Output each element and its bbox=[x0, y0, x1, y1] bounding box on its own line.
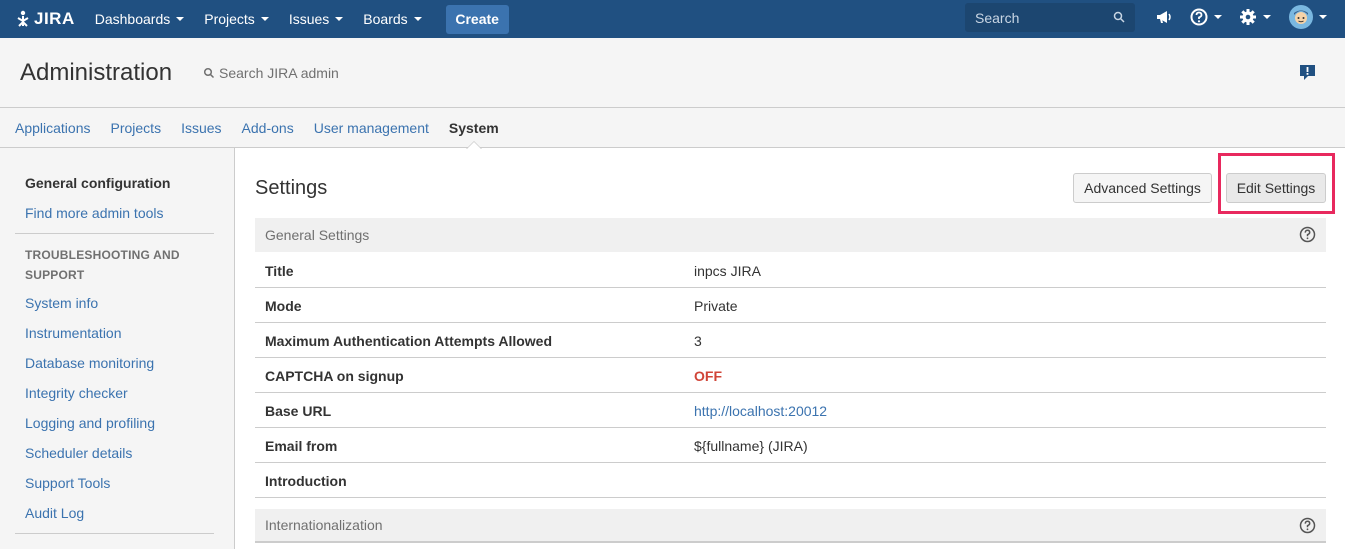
tab-issues[interactable]: Issues bbox=[181, 108, 221, 148]
captcha-status-value: OFF bbox=[694, 368, 722, 384]
table-row: Email from ${fullname} (JIRA) bbox=[255, 428, 1326, 463]
setting-key: Email from bbox=[265, 438, 338, 454]
admin-header: Administration Search JIRA admin bbox=[0, 38, 1345, 108]
sidebar-item-instrumentation[interactable]: Instrumentation bbox=[25, 325, 122, 341]
admin-search-label: Search JIRA admin bbox=[219, 65, 339, 81]
notifications-button[interactable] bbox=[1155, 8, 1173, 26]
tab-add-ons[interactable]: Add-ons bbox=[242, 108, 294, 148]
tab-user-management[interactable]: User management bbox=[314, 108, 429, 148]
sidebar-item-audit-log[interactable]: Audit Log bbox=[25, 505, 84, 521]
table-row: Mode Private bbox=[255, 288, 1326, 323]
sidebar-item-database-monitoring[interactable]: Database monitoring bbox=[25, 355, 154, 371]
chevron-down-icon bbox=[176, 17, 185, 21]
table-row: Title inpcs JIRA bbox=[255, 253, 1326, 288]
general-settings-header: General Settings bbox=[255, 218, 1326, 252]
gear-icon bbox=[1240, 9, 1256, 25]
megaphone-icon bbox=[1157, 11, 1171, 23]
sidebar-item-scheduler-details[interactable]: Scheduler details bbox=[25, 445, 132, 461]
setting-value: inpcs JIRA bbox=[694, 263, 761, 279]
logo-text: JIRA bbox=[34, 9, 75, 28]
jira-logo-icon bbox=[17, 10, 29, 27]
search-placeholder: Search bbox=[975, 9, 1020, 26]
chevron-down-icon bbox=[335, 17, 344, 21]
chevron-down-icon bbox=[413, 17, 422, 21]
table-row: Introduction bbox=[255, 463, 1326, 498]
page-title: Administration bbox=[20, 59, 173, 86]
user-menu-button[interactable] bbox=[1289, 5, 1327, 29]
setting-key: Title bbox=[265, 263, 294, 279]
sidebar-item-system-info[interactable]: System info bbox=[25, 295, 98, 311]
tab-applications[interactable]: Applications bbox=[15, 108, 91, 148]
sidebar-heading: TROUBLESHOOTING AND SUPPORT bbox=[25, 248, 180, 282]
sidebar-divider bbox=[15, 533, 214, 534]
section-title: General Settings bbox=[265, 227, 370, 243]
setting-value: 3 bbox=[694, 333, 702, 349]
search-input[interactable]: Search bbox=[965, 3, 1135, 32]
edit-settings-highlight bbox=[1218, 153, 1335, 214]
nav-label: Boards bbox=[363, 11, 408, 27]
setting-key: CAPTCHA on signup bbox=[265, 368, 404, 384]
jira-logo[interactable]: JIRA bbox=[14, 9, 75, 29]
nav-projects[interactable]: Projects bbox=[204, 11, 269, 27]
table-row: Maximum Authentication Attempts Allowed … bbox=[255, 323, 1326, 358]
feedback-button[interactable] bbox=[1299, 64, 1316, 84]
settings-menu-button[interactable] bbox=[1239, 8, 1271, 26]
top-navigation-bar: JIRA Dashboards Projects Issues Boards C… bbox=[0, 0, 1345, 38]
chevron-down-icon bbox=[1319, 15, 1327, 19]
internationalization-header: Internationalization bbox=[255, 509, 1326, 543]
advanced-settings-button[interactable]: Advanced Settings bbox=[1073, 173, 1212, 203]
nav-label: Projects bbox=[204, 11, 255, 27]
help-icon[interactable] bbox=[1299, 226, 1316, 243]
setting-key: Maximum Authentication Attempts Allowed bbox=[265, 333, 553, 349]
sidebar-divider bbox=[15, 233, 214, 234]
sidebar-item-find-more-admin-tools[interactable]: Find more admin tools bbox=[25, 205, 164, 221]
admin-search-trigger[interactable]: Search JIRA admin bbox=[203, 65, 339, 81]
setting-key: Mode bbox=[265, 298, 302, 314]
nav-label: Dashboards bbox=[94, 11, 171, 27]
nav-dashboards[interactable]: Dashboards bbox=[95, 11, 185, 27]
table-row: CAPTCHA on signup OFF bbox=[255, 358, 1326, 393]
avatar bbox=[1289, 5, 1313, 29]
setting-key: Base URL bbox=[265, 403, 332, 419]
setting-value: Private bbox=[694, 298, 738, 314]
tab-system[interactable]: System bbox=[449, 108, 499, 149]
create-button[interactable]: Create bbox=[445, 4, 509, 34]
help-icon bbox=[1190, 8, 1208, 26]
table-row: Base URL http://localhost:20012 bbox=[255, 393, 1326, 428]
feedback-icon bbox=[1300, 65, 1315, 80]
nav-boards[interactable]: Boards bbox=[363, 11, 422, 27]
chevron-down-icon bbox=[260, 17, 269, 21]
settings-title: Settings bbox=[255, 177, 328, 199]
setting-key: Introduction bbox=[265, 473, 347, 489]
help-menu-button[interactable] bbox=[1190, 8, 1222, 26]
section-title: Internationalization bbox=[265, 517, 383, 533]
nav-label: Issues bbox=[288, 11, 330, 27]
sidebar-item-general-configuration[interactable]: General configuration bbox=[25, 175, 170, 191]
sidebar-item-integrity-checker[interactable]: Integrity checker bbox=[25, 385, 128, 401]
help-icon[interactable] bbox=[1299, 517, 1316, 534]
search-icon bbox=[1113, 11, 1125, 23]
chevron-down-icon bbox=[1214, 15, 1222, 19]
nav-issues[interactable]: Issues bbox=[288, 11, 344, 27]
chevron-down-icon bbox=[1263, 15, 1271, 19]
sidebar-item-support-tools[interactable]: Support Tools bbox=[25, 475, 110, 491]
tab-projects[interactable]: Projects bbox=[111, 108, 162, 148]
search-icon bbox=[203, 67, 215, 79]
sidebar: General configuration Find more admin to… bbox=[0, 148, 235, 549]
admin-tabs: Applications Projects Issues Add-ons Use… bbox=[0, 108, 1345, 149]
base-url-link[interactable]: http://localhost:20012 bbox=[694, 403, 827, 419]
sidebar-item-logging-and-profiling[interactable]: Logging and profiling bbox=[25, 415, 155, 431]
setting-value: ${fullname} (JIRA) bbox=[694, 438, 808, 454]
